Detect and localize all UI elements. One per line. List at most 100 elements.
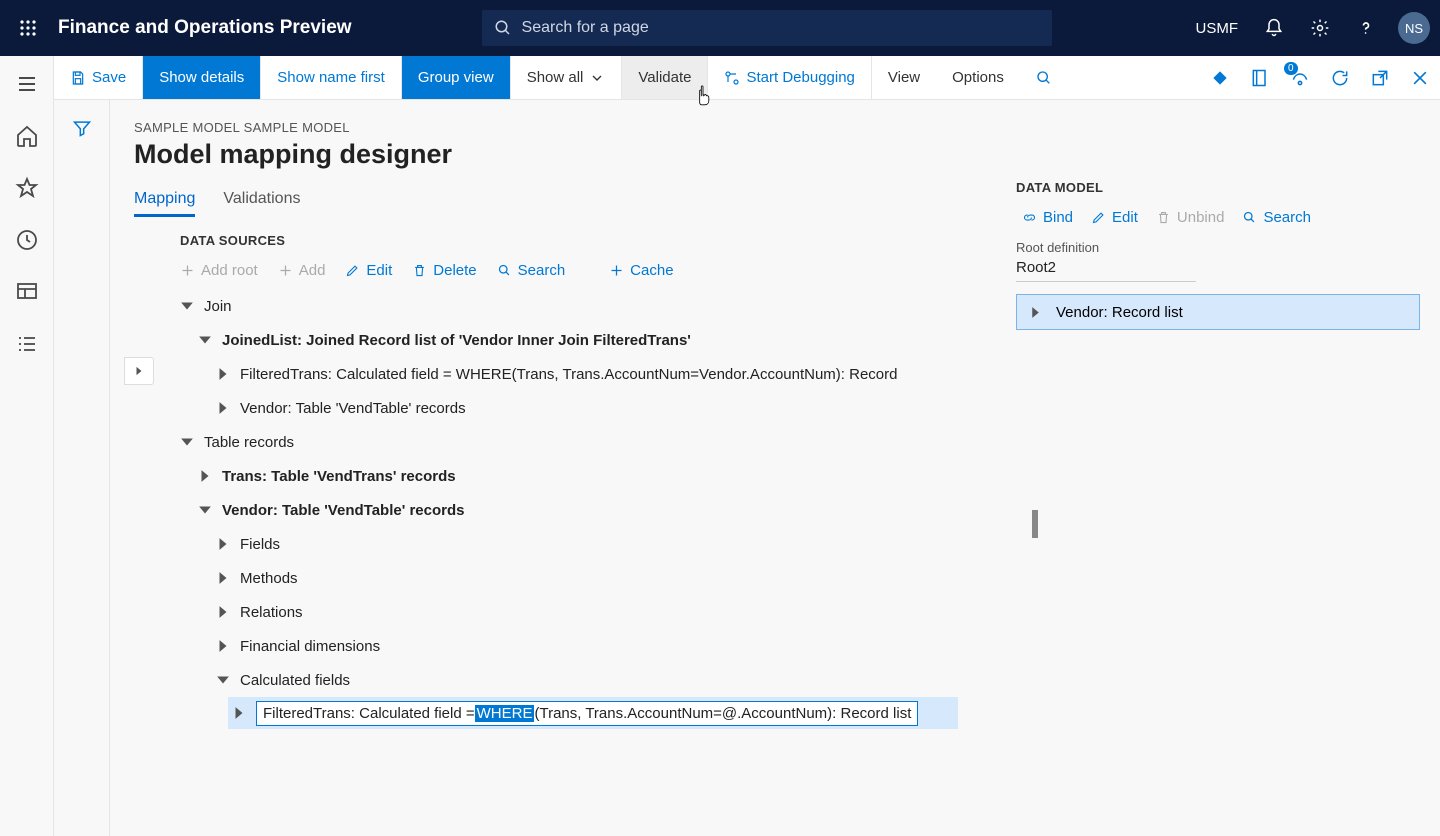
chevron-right-icon xyxy=(216,571,230,585)
group-view-button[interactable]: Group view xyxy=(402,56,511,99)
chevron-right-icon xyxy=(216,639,230,653)
tree-node-relations[interactable]: Relations xyxy=(180,595,1010,629)
search-icon xyxy=(1242,210,1257,225)
save-button[interactable]: Save xyxy=(54,56,143,99)
validate-button[interactable]: Validate xyxy=(622,56,708,99)
tree-node-vendor1[interactable]: Vendor: Table 'VendTable' records xyxy=(180,391,1010,425)
tab-validations[interactable]: Validations xyxy=(223,190,300,217)
show-details-button[interactable]: Show details xyxy=(143,56,261,99)
notifications-action-icon[interactable]: 0 xyxy=(1290,68,1310,88)
dm-row-vendor[interactable]: Vendor: Record list xyxy=(1016,294,1420,330)
help-icon[interactable] xyxy=(1346,8,1386,48)
dm-edit-button[interactable]: Edit xyxy=(1091,209,1138,226)
chevron-down-icon xyxy=(589,70,605,86)
unbind-button[interactable]: Unbind xyxy=(1156,209,1225,226)
options-button[interactable]: Options xyxy=(936,56,1020,99)
trash-icon xyxy=(412,263,427,278)
chevron-right-icon xyxy=(1029,306,1042,319)
tree-node-findim[interactable]: Financial dimensions xyxy=(180,629,1010,663)
tree-node-vendor2[interactable]: Vendor: Table 'VendTable' records xyxy=(180,493,1010,527)
refresh-icon[interactable] xyxy=(1330,68,1350,88)
global-search[interactable]: Search for a page xyxy=(482,10,1052,46)
legal-entity[interactable]: USMF xyxy=(1196,20,1239,37)
chevron-down-icon xyxy=(180,299,194,313)
filter-column xyxy=(54,100,110,836)
action-search-icon[interactable] xyxy=(1020,56,1074,99)
tree-node-calcfields[interactable]: Calculated fields xyxy=(180,663,1010,697)
show-all-button[interactable]: Show all xyxy=(511,56,623,99)
workspaces-icon[interactable] xyxy=(15,280,39,304)
add-root-button[interactable]: Add root xyxy=(180,262,258,279)
search-icon xyxy=(497,263,512,278)
app-launcher-icon[interactable] xyxy=(10,10,46,46)
delete-button[interactable]: Delete xyxy=(412,262,476,279)
panel-splitter[interactable] xyxy=(1032,510,1038,538)
view-button[interactable]: View xyxy=(872,56,936,99)
show-name-first-button[interactable]: Show name first xyxy=(261,56,402,99)
tree-node-joinedlist[interactable]: JoinedList: Joined Record list of 'Vendo… xyxy=(180,323,1010,357)
data-model-header: DATA MODEL xyxy=(1016,180,1420,195)
chevron-down-icon xyxy=(180,435,194,449)
content-area: SAMPLE MODEL SAMPLE MODEL Model mapping … xyxy=(54,100,1440,836)
settings-icon[interactable] xyxy=(1300,8,1340,48)
tab-mapping[interactable]: Mapping xyxy=(134,190,195,217)
office-icon[interactable] xyxy=(1250,68,1270,88)
trash-icon xyxy=(1156,210,1171,225)
ds-search-button[interactable]: Search xyxy=(497,262,566,279)
recent-icon[interactable] xyxy=(15,228,39,252)
modules-icon[interactable] xyxy=(15,332,39,356)
tree-node-methods[interactable]: Methods xyxy=(180,561,1010,595)
chevron-right-icon xyxy=(134,366,144,376)
notifications-icon[interactable] xyxy=(1254,8,1294,48)
search-icon xyxy=(494,19,512,37)
left-rail xyxy=(0,56,54,836)
main-panel: SAMPLE MODEL SAMPLE MODEL Model mapping … xyxy=(110,100,1440,836)
link-icon xyxy=(1022,210,1037,225)
root-definition-value[interactable]: Root2 xyxy=(1016,259,1196,282)
data-sources-actions: Add root Add Edit Delete Search Cache xyxy=(134,256,1010,289)
tree-node-trans[interactable]: Trans: Table 'VendTrans' records xyxy=(180,459,1010,493)
data-model-actions: Bind Edit Unbind Search xyxy=(1016,209,1420,226)
cache-button[interactable]: Cache xyxy=(609,262,673,279)
root-definition-label: Root definition xyxy=(1016,240,1420,255)
plus-icon xyxy=(278,263,293,278)
bind-button[interactable]: Bind xyxy=(1022,209,1073,226)
chevron-right-icon xyxy=(198,469,212,483)
pencil-icon xyxy=(345,263,360,278)
debug-icon xyxy=(724,70,740,86)
tree-node-tablerecords[interactable]: Table records xyxy=(180,425,1010,459)
brand-title: Finance and Operations Preview xyxy=(58,17,352,39)
close-icon[interactable] xyxy=(1410,68,1430,88)
dm-search-button[interactable]: Search xyxy=(1242,209,1311,226)
start-debugging-button[interactable]: Start Debugging xyxy=(708,56,871,99)
attach-icon[interactable] xyxy=(1210,68,1230,88)
plus-icon xyxy=(609,263,624,278)
tree-node-fields[interactable]: Fields xyxy=(180,527,1010,561)
data-sources-tree: Join JoinedList: Joined Record list of '… xyxy=(134,289,1010,729)
popout-icon[interactable] xyxy=(1370,68,1390,88)
tree-node-filteredtrans1[interactable]: FilteredTrans: Calculated field = WHERE(… xyxy=(180,357,1010,391)
user-avatar[interactable]: NS xyxy=(1398,12,1430,44)
add-button[interactable]: Add xyxy=(278,262,326,279)
chevron-down-icon xyxy=(198,503,212,517)
tree-node-join[interactable]: Join xyxy=(180,289,1010,323)
edit-button[interactable]: Edit xyxy=(345,262,392,279)
filter-icon[interactable] xyxy=(72,118,92,138)
panel-collapse-handle[interactable] xyxy=(124,357,154,385)
pencil-icon xyxy=(1091,210,1106,225)
selected-formula-text: FilteredTrans: Calculated field = WHERE(… xyxy=(256,701,918,726)
data-sources-panel: DATA SOURCES Add root Add Edit Delete Se… xyxy=(134,227,1010,729)
chevron-right-icon xyxy=(216,367,230,381)
breadcrumb: SAMPLE MODEL SAMPLE MODEL xyxy=(134,120,1440,135)
favorites-icon[interactable] xyxy=(15,176,39,200)
search-placeholder: Search for a page xyxy=(522,19,649,37)
home-icon[interactable] xyxy=(15,124,39,148)
top-nav: Finance and Operations Preview Search fo… xyxy=(0,0,1440,56)
action-bar: Save Show details Show name first Group … xyxy=(54,56,1440,100)
plus-icon xyxy=(180,263,195,278)
hamburger-icon[interactable] xyxy=(15,72,39,96)
chevron-right-icon xyxy=(232,706,246,720)
page-title: Model mapping designer xyxy=(134,139,1440,170)
tree-node-selected[interactable]: FilteredTrans: Calculated field = WHERE(… xyxy=(228,697,958,729)
chevron-right-icon xyxy=(216,605,230,619)
